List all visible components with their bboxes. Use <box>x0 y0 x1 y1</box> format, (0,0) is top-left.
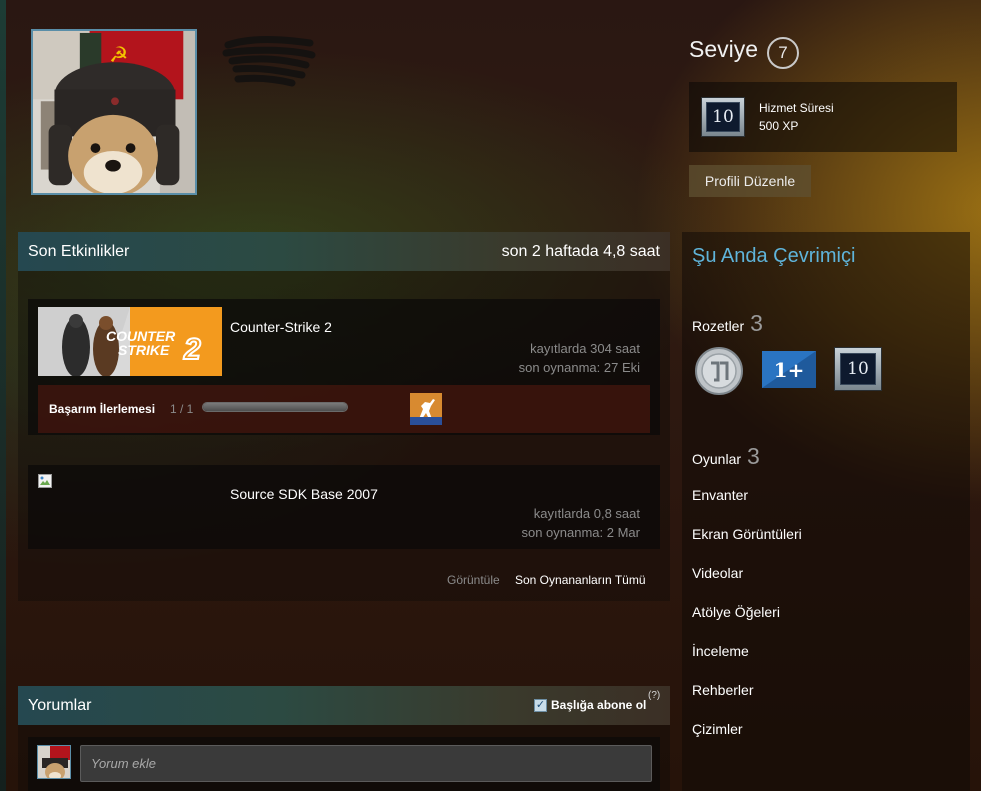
comments-header: Yorumlar ✓ Başlığa abone ol (?) <box>18 686 670 725</box>
achievement-progress-track <box>202 402 348 412</box>
mini-avatar <box>37 745 71 779</box>
recent-activity-hours: son 2 haftada 4,8 saat <box>501 243 660 260</box>
achievement-count: 1 / 1 <box>170 402 194 416</box>
sidebar-link-workshop[interactable]: Atölye Öğeleri <box>692 604 780 620</box>
edit-profile-button[interactable]: Profili Düzenle <box>689 165 811 197</box>
redacted-name-scribble <box>222 36 316 87</box>
achievement-progress-bar[interactable]: Başarım İlerlemesi 1 / 1 <box>38 385 650 433</box>
checkbox-checked-icon[interactable]: ✓ <box>534 698 547 712</box>
comments-panel: Yorumlar ✓ Başlığa abone ol (?) <box>18 686 670 791</box>
hours-on-record: kayıtlarda 0,8 saat <box>533 506 640 521</box>
badges-label: Rozetler <box>692 318 745 334</box>
subscribe-label: Başlığa abone ol <box>551 698 647 712</box>
sidebar-link-inventory[interactable]: Envanter <box>692 487 748 503</box>
years-of-service-badge-icon: 10 <box>701 97 745 137</box>
view-label: Görüntüle <box>447 573 500 587</box>
achievement-label: Başarım İlerlemesi <box>49 402 156 416</box>
left-edge-strip <box>0 0 6 791</box>
sidebar-link-guides[interactable]: Rehberler <box>692 682 753 698</box>
hours-on-record: kayıtlarda 304 saat <box>530 341 640 356</box>
game-row: COUNTER STRIKE 2 Counter-Strike 2 kayıtl… <box>28 299 660 435</box>
cs2-banner[interactable]: COUNTER STRIKE 2 <box>38 307 222 376</box>
profile-sidebar: Şu Anda Çevrimiçi Rozetler 3 1+ 10 Oyunl… <box>682 232 970 791</box>
featured-badge-name: Hizmet Süresi <box>759 101 834 115</box>
level-title: Seviye <box>689 36 759 62</box>
online-status: Şu Anda Çevrimiçi <box>692 245 856 267</box>
game-row: Source SDK Base 2007 kayıtlarda 0,8 saat… <box>28 465 660 549</box>
games-label: Oyunlar <box>692 451 742 467</box>
badges-section[interactable]: Rozetler 3 <box>692 310 763 337</box>
sidebar-link-screenshots[interactable]: Ekran Görüntüleri <box>692 526 802 542</box>
games-section[interactable]: Oyunlar 3 <box>692 443 760 470</box>
cs2-banner-text-2: STRIKE <box>118 342 170 358</box>
comment-entry-row <box>28 737 660 791</box>
broken-image-icon <box>38 474 52 488</box>
avatar-image: ☭ <box>33 31 195 193</box>
view-all-recent-link[interactable]: Son Oynananların Tümü <box>515 573 646 587</box>
comments-title: Yorumlar <box>28 697 92 714</box>
featured-badge-box[interactable]: 10 Hizmet Süresi 500 XP <box>689 82 957 152</box>
ten-years-badge-icon[interactable]: 10 <box>834 347 882 391</box>
recent-activity-header: Son Etkinlikler son 2 haftada 4,8 saat <box>18 232 670 271</box>
subscribe-toggle[interactable]: ✓ Başlığa abone ol <box>534 698 646 712</box>
recent-activity-title: Son Etkinlikler <box>28 243 130 260</box>
sidebar-link-artwork[interactable]: Çizimler <box>692 721 743 737</box>
one-plus-badge-icon[interactable]: 1+ <box>762 351 816 388</box>
last-played: son oynanma: 2 Mar <box>521 525 640 540</box>
recent-activity-panel: Son Etkinlikler son 2 haftada 4,8 saat C… <box>18 232 670 601</box>
game-name[interactable]: Counter-Strike 2 <box>230 319 332 335</box>
games-count: 3 <box>747 443 760 469</box>
sidebar-link-videos[interactable]: Videolar <box>692 565 743 581</box>
coin-badge-icon[interactable] <box>694 346 744 396</box>
help-link[interactable]: (?) <box>648 690 660 701</box>
svg-text:1+: 1+ <box>774 358 805 382</box>
badges-count: 3 <box>750 310 763 336</box>
comment-input[interactable] <box>80 745 652 782</box>
profile-avatar[interactable]: ☭ <box>31 29 197 195</box>
featured-badge-xp: 500 XP <box>759 119 799 133</box>
game-name[interactable]: Source SDK Base 2007 <box>230 486 378 502</box>
sidebar-link-reviews[interactable]: İnceleme <box>692 643 749 659</box>
cs2-banner-text-3: 2 <box>183 333 201 366</box>
achievement-progress-fill <box>203 403 347 411</box>
level-badge[interactable]: 7 <box>767 37 799 69</box>
last-played: son oynanma: 27 Eki <box>518 360 640 375</box>
cs2-achievement-icon[interactable] <box>410 393 442 425</box>
